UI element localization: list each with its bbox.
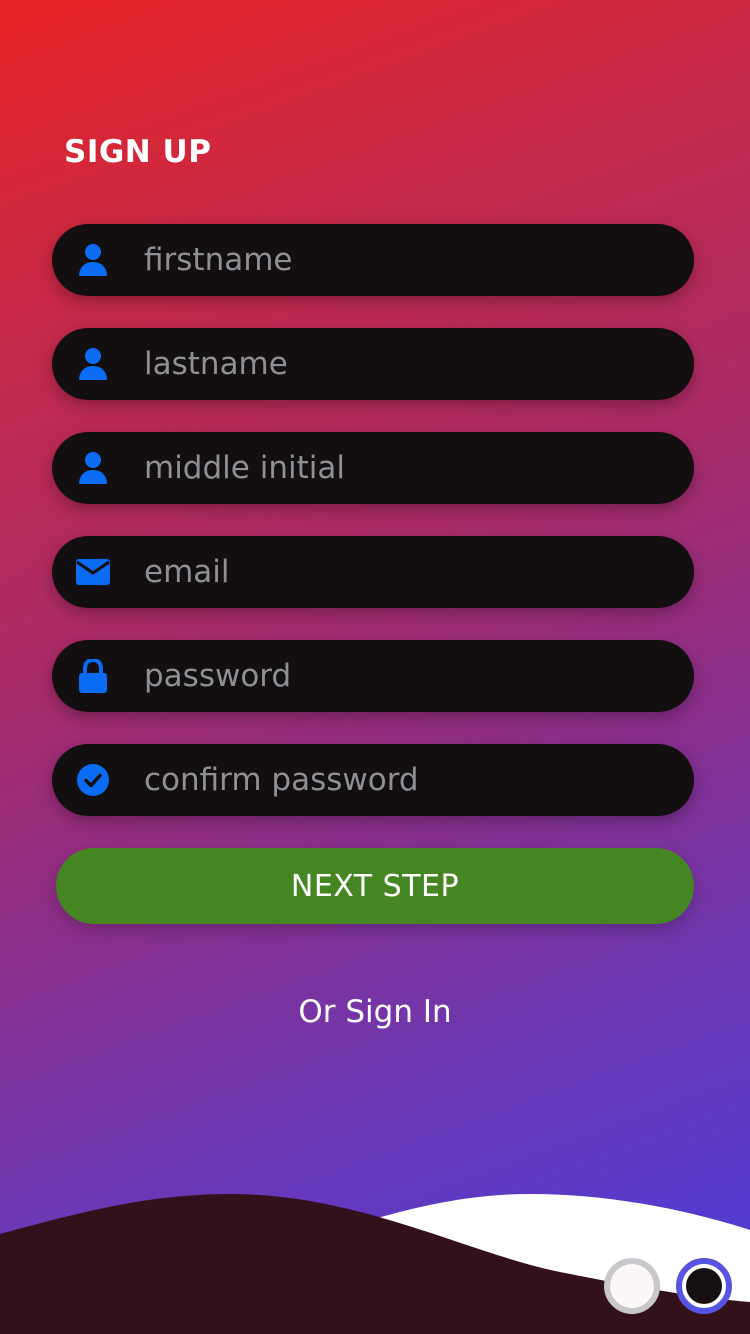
pager-dot-2-fill [686, 1268, 722, 1304]
user-icon [76, 347, 110, 381]
password-field[interactable] [52, 640, 694, 712]
pager-dot-2-active[interactable] [676, 1258, 732, 1314]
lastname-input[interactable] [144, 328, 674, 400]
user-icon [76, 451, 110, 485]
middle-initial-field[interactable] [52, 432, 694, 504]
lock-icon [76, 659, 110, 693]
sign-in-link[interactable]: Or Sign In [0, 990, 750, 1034]
email-input[interactable] [144, 536, 674, 608]
email-field[interactable] [52, 536, 694, 608]
firstname-field[interactable] [52, 224, 694, 296]
confirm-password-field[interactable] [52, 744, 694, 816]
confirm-password-input[interactable] [144, 744, 674, 816]
middle-initial-input[interactable] [144, 432, 674, 504]
next-step-button[interactable]: NEXT STEP [56, 848, 694, 924]
firstname-input[interactable] [144, 224, 674, 296]
password-input[interactable] [144, 640, 674, 712]
page-title: SIGN UP [64, 134, 212, 170]
lastname-field[interactable] [52, 328, 694, 400]
pager-dot-1[interactable] [604, 1258, 660, 1314]
user-icon [76, 243, 110, 277]
envelope-icon [76, 555, 110, 589]
check-circle-icon [76, 763, 110, 797]
